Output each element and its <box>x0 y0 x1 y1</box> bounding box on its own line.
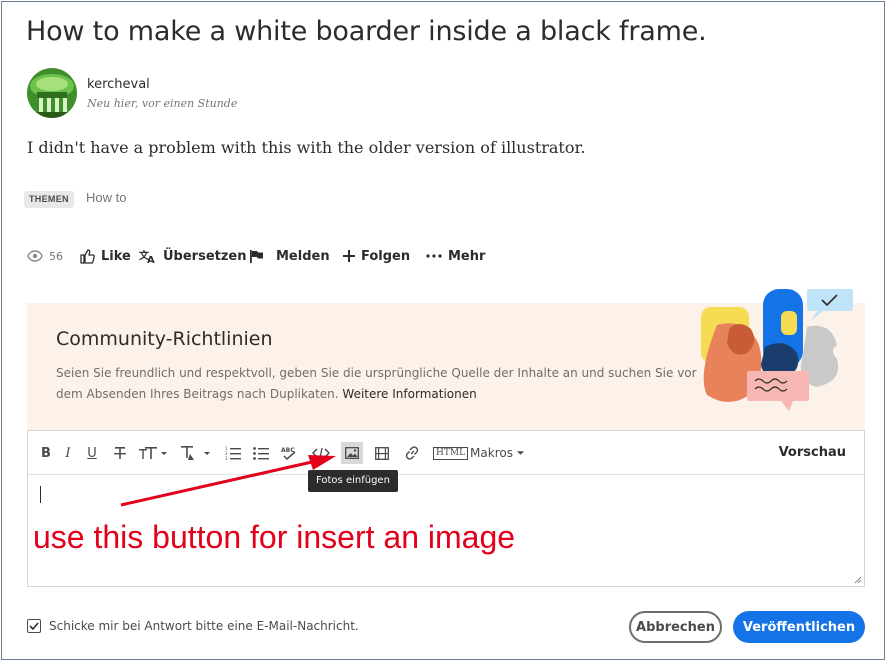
author-meta: Neu hier, vor einen Stunde <box>87 97 238 110</box>
views-counter: 56 <box>27 244 63 268</box>
spellcheck-icon: ABC <box>281 447 296 461</box>
cancel-button[interactable]: Abbrechen <box>629 611 722 643</box>
more-label: Mehr <box>448 248 486 264</box>
like-button[interactable]: Like <box>80 244 131 268</box>
post-body: I didn't have a problem with this with t… <box>27 138 586 157</box>
author-name[interactable]: kercheval <box>87 77 150 92</box>
community-illustration-icon <box>701 289 853 411</box>
strikethrough-button[interactable] <box>111 442 129 464</box>
views-count: 56 <box>49 249 63 263</box>
community-guidelines: Community-Richtlinien Seien Sie freundli… <box>27 289 865 430</box>
publish-button[interactable]: Veröffentlichen <box>733 611 865 643</box>
code-icon <box>312 447 330 459</box>
link-icon <box>405 446 419 460</box>
font-size-icon <box>139 447 167 459</box>
html-badge-icon: HTML <box>433 446 469 460</box>
strikethrough-icon <box>114 447 126 459</box>
plus-icon <box>343 250 355 262</box>
follow-label: Folgen <box>361 248 411 264</box>
image-icon <box>345 447 359 459</box>
svg-text:A: A <box>147 255 155 264</box>
bullet-list-button[interactable] <box>252 442 270 464</box>
eye-icon <box>27 250 43 262</box>
macros-label: Makros <box>470 446 513 460</box>
report-label: Melden <box>276 248 330 264</box>
underline-button[interactable]: U <box>84 442 100 464</box>
guidelines-title: Community-Richtlinien <box>56 328 273 350</box>
translate-icon: 文A <box>139 249 157 264</box>
guidelines-text: Seien Sie freundlich und respektvoll, ge… <box>56 363 706 405</box>
bullet-list-icon <box>253 447 269 460</box>
translate-label: Übersetzen <box>163 248 247 264</box>
more-button[interactable]: Mehr <box>426 244 485 268</box>
chevron-down-icon <box>516 451 525 455</box>
guidelines-link[interactable]: Weitere Informationen <box>342 387 476 401</box>
film-icon <box>375 446 389 460</box>
tooltip-insert-photo: Fotos einfügen <box>308 470 398 492</box>
avatar[interactable] <box>27 68 77 118</box>
numbered-list-button[interactable]: 123 <box>224 442 242 464</box>
reply-editor: B I U 123 ABC HTML Makros Vorschau Fotos… <box>27 430 865 587</box>
source-code-button[interactable] <box>310 442 332 464</box>
notify-label: Schicke mir bei Antwort bitte eine E-Mai… <box>49 619 359 633</box>
bold-button[interactable]: B <box>38 442 54 464</box>
insert-photo-button[interactable] <box>341 442 363 464</box>
text-style-dropdown[interactable] <box>180 442 212 464</box>
svg-text:3: 3 <box>225 456 228 460</box>
post-title: How to make a white boarder inside a bla… <box>26 16 707 47</box>
font-size-dropdown[interactable] <box>139 442 169 464</box>
thumbs-up-icon <box>80 248 95 264</box>
ellipsis-icon <box>426 254 442 258</box>
follow-button[interactable]: Folgen <box>343 244 410 268</box>
resize-handle-icon[interactable] <box>854 576 862 584</box>
italic-button[interactable]: I <box>61 442 75 464</box>
email-notify-option[interactable]: Schicke mir bei Antwort bitte eine E-Mai… <box>27 619 359 633</box>
numbered-list-icon: 123 <box>225 446 241 460</box>
text-style-icon <box>181 446 210 460</box>
annotation-text[interactable]: use this button for insert an image <box>33 519 515 556</box>
checkmark-icon <box>29 622 39 630</box>
report-button[interactable]: Melden <box>249 244 330 268</box>
tag-label: THEMEN <box>24 191 74 208</box>
text-caret <box>40 486 41 503</box>
insert-video-button[interactable] <box>372 442 392 464</box>
macros-dropdown[interactable]: HTML Makros <box>433 442 525 464</box>
preview-button[interactable]: Vorschau <box>779 445 846 460</box>
translate-button[interactable]: 文A Übersetzen <box>139 244 247 268</box>
tag-value[interactable]: How to <box>86 190 126 205</box>
like-label: Like <box>101 248 131 264</box>
flag-icon <box>249 249 264 264</box>
editor-toolbar: B I U 123 ABC HTML Makros Vorschau <box>28 431 864 475</box>
insert-link-button[interactable] <box>402 442 422 464</box>
notify-checkbox[interactable] <box>27 619 41 633</box>
spellcheck-button[interactable]: ABC <box>279 442 299 464</box>
